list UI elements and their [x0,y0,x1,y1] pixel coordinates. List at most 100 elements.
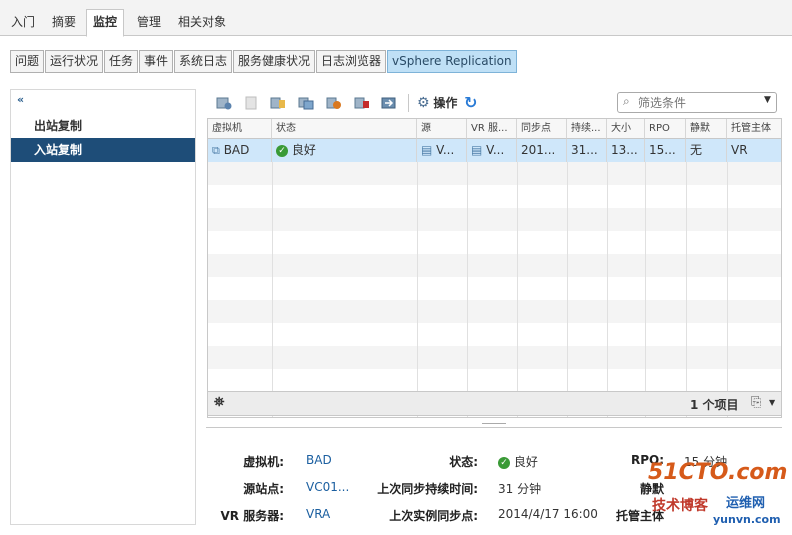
label-status: 状态: [449,455,478,469]
move-to-icon[interactable] [244,96,260,110]
label-vm: 虚拟机: [243,455,284,469]
column-divider [727,162,728,417]
top-tab-bar: 入门 摘要 监控 管理 相关对象 [0,0,792,37]
cell-sync-point: 201... [517,139,567,162]
column-divider [467,162,468,417]
col-header-rpo[interactable]: RPO [645,119,686,139]
status-ok-icon: ✓ [498,456,510,469]
left-panel: « 出站复制 入站复制 [10,89,196,525]
value-status-text: 良好 [513,455,538,469]
table-row[interactable]: ⧉ BAD ✓ 良好 ▤ V... ▤ V... 201... 31... 13… [208,139,781,162]
nav-incoming-replications[interactable]: 入站复制 [11,138,195,162]
subtab-issues[interactable]: 问题 [10,50,45,73]
cell-source: ▤ V... [417,139,467,162]
subtab-system-log[interactable]: 系统日志 [174,50,233,73]
site-icon: ▤ [421,143,433,157]
subtab-log-browser[interactable]: 日志浏览器 [316,50,387,73]
toolbar-divider [408,94,409,112]
watermark-url: yunvn.com [713,513,781,526]
cell-vr-server: ▤ V... [467,139,517,162]
column-divider [607,162,608,417]
empty-row [208,369,781,392]
value-last-instance-sync: 2014/4/17 16:00 [498,507,598,521]
col-header-managed-by[interactable]: 托管主体 [727,119,781,139]
cell-managed-by: VR [731,143,748,157]
cell-source-text: V... [436,143,455,157]
vm-icon: ⧉ [212,144,220,157]
cell-rpo: 15... [645,139,686,162]
subtab-tasks[interactable]: 任务 [104,50,139,73]
column-divider [567,162,568,417]
cell-vm: ⧉ BAD [208,139,272,162]
replication-grid: 虚拟机 状态 源 VR 服... 同步点 持续... 大小 RPO 静默 托管主… [207,118,782,418]
server-icon: ▤ [471,143,483,157]
tab-related-objects[interactable]: 相关对象 [172,10,232,36]
col-header-vr-server[interactable]: VR 服... [467,119,517,139]
column-divider [272,162,273,417]
pause-replication-icon[interactable] [326,96,342,110]
empty-row [208,323,781,346]
value-vr-server[interactable]: VRA [306,507,330,521]
subtab-health[interactable]: 运行状况 [45,50,104,73]
filter-input[interactable] [638,94,756,111]
empty-row [208,231,781,254]
column-divider [417,162,418,417]
subtab-vsphere-replication[interactable]: vSphere Replication [387,50,517,73]
chevron-down-icon[interactable]: ▼ [764,95,771,105]
resume-replication-icon[interactable] [354,96,370,110]
tab-summary[interactable]: 摘要 [46,10,82,36]
refresh-icon[interactable]: ↻ [464,93,477,112]
watermark-sub2: 运维网 [726,496,766,511]
empty-row [208,162,781,185]
value-source-site[interactable]: VC01... [306,480,349,494]
cell-status-text: 良好 [291,143,316,157]
value-status: ✓ 良好 [498,453,538,470]
stop-replication-icon[interactable] [270,96,286,110]
label-last-sync-duration: 上次同步持续时间: [377,482,478,496]
tab-manage[interactable]: 管理 [131,10,167,36]
col-header-size[interactable]: 大小 [607,119,645,139]
watermark-sub1: 技术博客 [652,498,708,514]
binoculars-icon[interactable]: ⛯ [214,395,224,410]
column-divider [517,162,518,417]
actions-label: 操作 [433,96,458,110]
cell-vm-text: BAD [223,143,250,157]
tab-monitor[interactable]: 监控 [86,9,125,37]
col-header-duration[interactable]: 持续... [567,119,607,139]
double-chevron-left-icon[interactable]: « [17,93,24,106]
search-icon: ⌕ [623,94,630,108]
tab-getting-started[interactable]: 入门 [5,10,41,36]
label-source-site: 源站点: [243,482,284,496]
filter-box[interactable]: ⌕ ▼ [617,92,777,113]
sync-now-icon[interactable] [298,96,314,110]
column-divider [645,162,646,417]
value-last-sync-duration: 31 分钟 [498,482,542,496]
status-ok-icon: ✓ [276,144,288,157]
col-header-vm[interactable]: 虚拟机 [208,119,272,139]
gear-icon: ⚙ [417,95,430,111]
column-divider [686,162,687,417]
cell-status: ✓ 良好 [272,139,417,162]
cell-duration: 31... [567,139,607,162]
chevron-down-icon[interactable]: ▼ [769,398,775,407]
empty-row [208,208,781,231]
col-header-quiesce[interactable]: 静默 [686,119,727,139]
export-icon[interactable]: ⎘ [751,395,761,410]
recover-icon[interactable] [381,96,397,110]
actions-menu[interactable]: ⚙ 操作 [417,94,457,112]
item-count: 1 个项目 [690,398,739,412]
col-header-status[interactable]: 状态 [272,119,417,139]
grid-footer: ⛯ 1 个项目 ⎘ ▼ [207,391,782,416]
col-header-source[interactable]: 源 [417,119,467,139]
nav-outgoing-replications[interactable]: 出站复制 [11,114,195,138]
configure-replication-icon[interactable] [216,96,232,110]
cell-quiesce: 无 [686,139,727,162]
watermark-logo: 51CTO.com [648,460,788,485]
subtab-service-health[interactable]: 服务健康状况 [233,50,316,73]
empty-row [208,277,781,300]
label-last-instance-sync: 上次实例同步点: [389,509,478,523]
empty-row [208,254,781,277]
col-header-sync-point[interactable]: 同步点 [517,119,567,139]
value-vm[interactable]: BAD [306,453,332,467]
subtab-events[interactable]: 事件 [139,50,174,73]
